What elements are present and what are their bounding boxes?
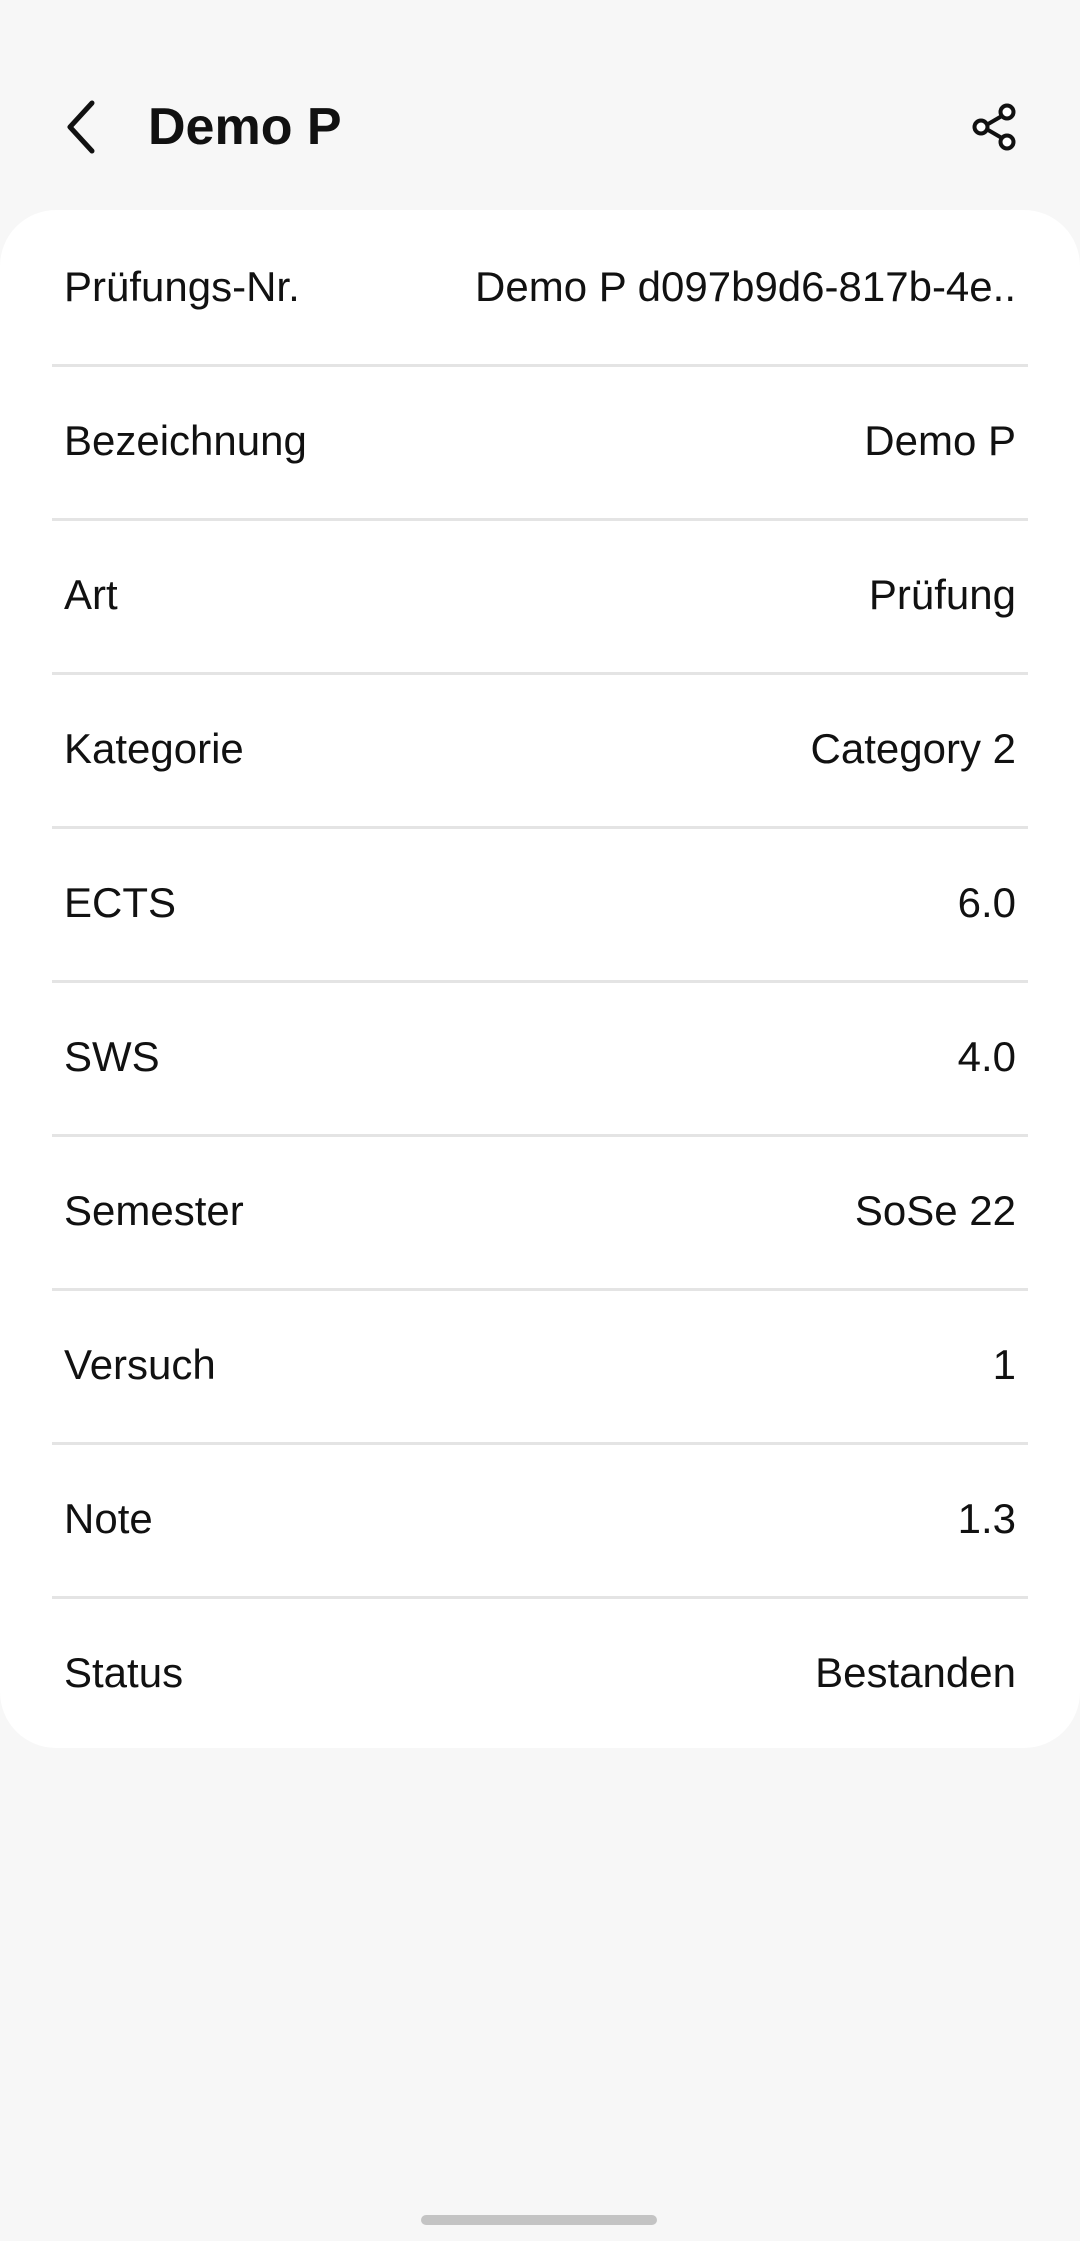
page-title: Demo P [148, 98, 342, 156]
detail-label: Note [64, 1495, 153, 1542]
share-button[interactable] [962, 94, 1028, 160]
detail-row-type: Art Prüfung [0, 518, 1080, 672]
detail-label: Bezeichnung [64, 417, 307, 464]
detail-row-ects: ECTS 6.0 [0, 826, 1080, 980]
exam-details-card: Prüfungs-Nr. Demo P d097b9d6-817b-4e.. B… [0, 210, 1080, 1748]
detail-label: Kategorie [64, 725, 244, 772]
detail-label: Art [64, 571, 118, 618]
detail-row-sws: SWS 4.0 [0, 980, 1080, 1134]
detail-row-attempt: Versuch 1 [0, 1288, 1080, 1442]
detail-value: Demo P [864, 417, 1016, 464]
detail-value: 1.3 [957, 1495, 1016, 1542]
detail-value: Prüfung [868, 571, 1016, 618]
detail-row-category: Kategorie Category 2 [0, 672, 1080, 826]
detail-label: SWS [64, 1033, 160, 1080]
detail-row-name: Bezeichnung Demo P [0, 364, 1080, 518]
detail-value: 1 [992, 1341, 1016, 1388]
detail-row-status: Status Bestanden [0, 1596, 1080, 1750]
detail-value: SoSe 22 [854, 1187, 1016, 1234]
chevron-left-icon [67, 100, 95, 154]
detail-row-exam-number: Prüfungs-Nr. Demo P d097b9d6-817b-4e.. [0, 210, 1080, 364]
detail-label: Prüfungs-Nr. [64, 263, 300, 310]
detail-row-semester: Semester SoSe 22 [0, 1134, 1080, 1288]
detail-label: ECTS [64, 879, 177, 926]
detail-value: Demo P d097b9d6-817b-4e.. [475, 263, 1016, 310]
detail-label: Status [64, 1649, 184, 1696]
detail-value: Bestanden [815, 1649, 1016, 1696]
detail-label: Versuch [64, 1341, 216, 1388]
detail-value: 6.0 [957, 879, 1016, 926]
detail-row-grade: Note 1.3 [0, 1442, 1080, 1596]
detail-value: 4.0 [957, 1033, 1016, 1080]
share-icon [972, 103, 1016, 151]
home-indicator[interactable] [421, 2215, 657, 2225]
back-button[interactable] [50, 88, 114, 166]
detail-label: Semester [64, 1187, 244, 1234]
app-bar: Demo P [0, 0, 1080, 210]
detail-value: Category 2 [810, 725, 1016, 772]
